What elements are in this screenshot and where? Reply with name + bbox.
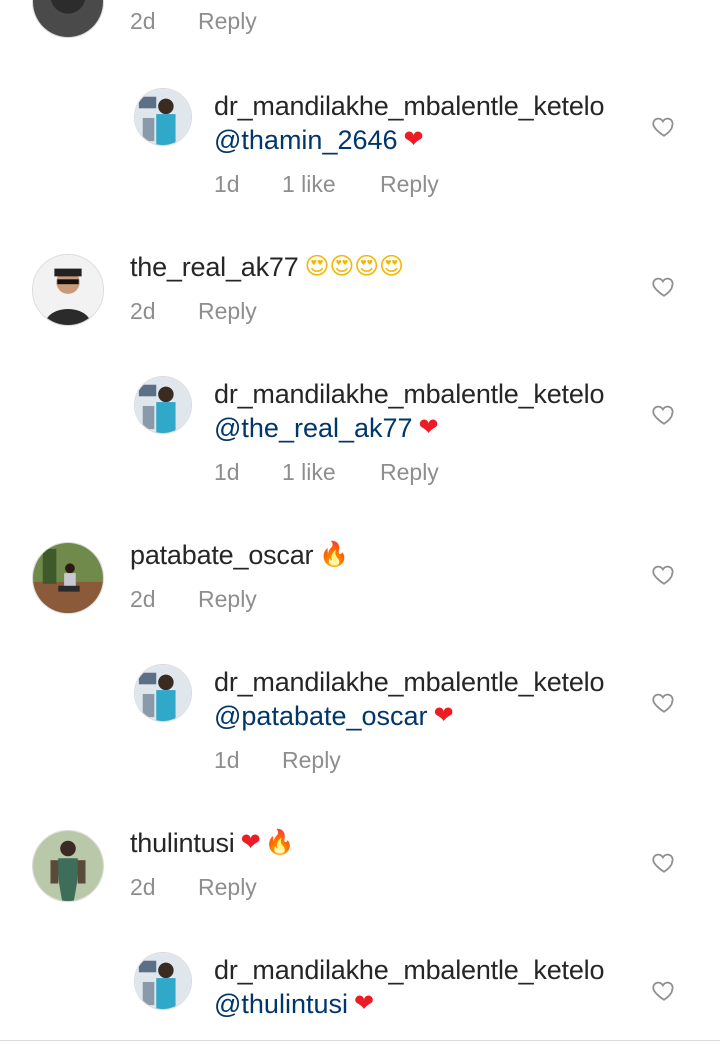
- username-link[interactable]: thulintusi: [130, 828, 235, 858]
- comment-age: 2d: [130, 298, 156, 324]
- comment-username[interactable]: dr_mandilakhe_mbalentle_ketelo: [214, 667, 604, 698]
- reply-button[interactable]: Reply: [198, 8, 257, 35]
- heart-emoji-icon: ❤: [353, 989, 375, 1017]
- like-heart-icon[interactable]: [651, 273, 677, 299]
- comment-username[interactable]: dr_mandilakhe_mbalentle_ketelo: [214, 91, 604, 122]
- avatar[interactable]: [134, 88, 192, 146]
- comment-mention: @patabate_oscar ❤: [214, 701, 454, 732]
- avatar[interactable]: [32, 0, 104, 38]
- heart-eyes-emoji-icon: 😍😍😍😍: [304, 252, 404, 280]
- reply-button[interactable]: Reply: [198, 298, 257, 325]
- username-link[interactable]: patabate_oscar: [130, 540, 314, 570]
- likes-count[interactable]: 1 like: [282, 171, 336, 198]
- reply-button[interactable]: Reply: [198, 586, 257, 613]
- like-heart-icon[interactable]: [651, 401, 677, 427]
- likes-count[interactable]: 1 like: [282, 459, 336, 486]
- like-heart-icon[interactable]: [651, 561, 677, 587]
- comment-username: the_real_ak77 😍😍😍😍: [130, 252, 404, 283]
- fire-emoji-icon: 🔥: [264, 828, 295, 856]
- avatar[interactable]: [32, 542, 104, 614]
- comment-username: patabate_oscar 🔥: [130, 540, 349, 571]
- like-heart-icon[interactable]: [651, 113, 677, 139]
- reply-button[interactable]: Reply: [282, 747, 341, 774]
- mention-link[interactable]: @the_real_ak77: [214, 413, 413, 443]
- comment-username[interactable]: dr_mandilakhe_mbalentle_ketelo: [214, 379, 604, 410]
- heart-emoji-icon: ❤: [240, 828, 261, 856]
- avatar[interactable]: [134, 376, 192, 434]
- divider: [0, 1040, 720, 1041]
- comment-age: 2d: [130, 586, 156, 612]
- reply-button[interactable]: Reply: [380, 459, 439, 486]
- avatar[interactable]: [134, 664, 192, 722]
- comment-username: thulintusi ❤ 🔥: [130, 828, 294, 859]
- avatar[interactable]: [32, 830, 104, 902]
- comment-age: 1d: [214, 459, 240, 485]
- mention-link[interactable]: @thamin_2646: [214, 125, 398, 155]
- heart-emoji-icon: ❤: [433, 701, 454, 729]
- comment-age: 2d: [130, 8, 156, 34]
- mention-link[interactable]: @thulintusi: [214, 989, 348, 1019]
- comment-age: 1d: [214, 747, 240, 773]
- like-heart-icon[interactable]: [651, 849, 677, 875]
- avatar[interactable]: [32, 254, 104, 326]
- comment-age: 1d: [214, 171, 240, 197]
- fire-emoji-icon: 🔥: [319, 540, 350, 568]
- comment-username[interactable]: dr_mandilakhe_mbalentle_ketelo: [214, 955, 604, 986]
- comment-mention: @thamin_2646 ❤: [214, 125, 424, 156]
- comment-age: 2d: [130, 874, 156, 900]
- username-link[interactable]: the_real_ak77: [130, 252, 299, 282]
- comment-mention: @the_real_ak77 ❤: [214, 413, 439, 444]
- heart-emoji-icon: ❤: [418, 413, 439, 441]
- mention-link[interactable]: @patabate_oscar: [214, 701, 428, 731]
- heart-emoji-icon: ❤: [403, 125, 424, 153]
- like-heart-icon[interactable]: [651, 977, 677, 1003]
- reply-button[interactable]: Reply: [198, 874, 257, 901]
- reply-button[interactable]: Reply: [380, 171, 439, 198]
- comment-mention: @thulintusi ❤: [214, 989, 374, 1020]
- like-heart-icon[interactable]: [651, 689, 677, 715]
- avatar[interactable]: [134, 952, 192, 1010]
